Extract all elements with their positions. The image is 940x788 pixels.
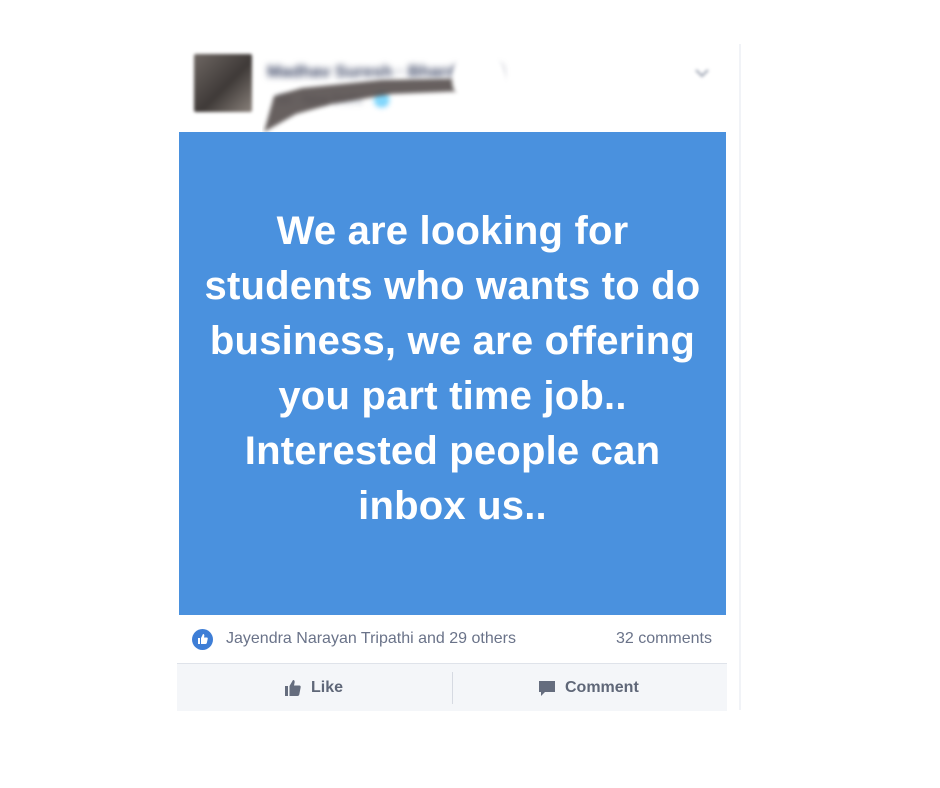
like-button[interactable]: Like — [283, 664, 343, 711]
reaction-names[interactable]: Jayendra Narayan Tripathi and 29 others — [226, 630, 516, 648]
reactions-bar: Jayendra Narayan Tripathi and 29 others … — [177, 615, 727, 663]
chevron-down-icon[interactable] — [695, 68, 709, 78]
facebook-post-card: Madhav Suresh · Bhardwaj Ji 5h · New Del… — [177, 44, 727, 711]
card-edge-line — [739, 44, 741, 710]
comment-button[interactable]: Comment — [537, 664, 639, 711]
post-header: Madhav Suresh · Bhardwaj Ji 5h · New Del… — [177, 44, 727, 132]
post-message: We are looking for students who wants to… — [204, 208, 701, 528]
speech-bubble-icon — [537, 678, 557, 698]
comment-count[interactable]: 32 comments — [616, 630, 712, 648]
action-divider — [452, 672, 453, 704]
comment-label: Comment — [565, 678, 639, 696]
like-label: Like — [311, 678, 344, 696]
thumbs-up-icon — [283, 678, 303, 698]
action-bar: Like Comment — [177, 663, 727, 711]
author-avatar[interactable] — [194, 54, 252, 112]
thumbs-up-icon[interactable] — [192, 629, 213, 650]
text-post-background: We are looking for students who wants to… — [179, 132, 726, 615]
redaction-circle — [452, 50, 506, 108]
